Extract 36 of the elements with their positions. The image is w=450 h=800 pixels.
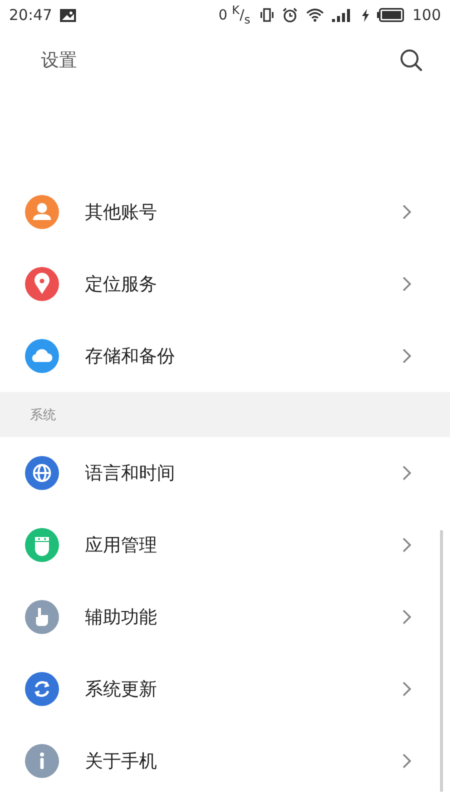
settings-item[interactable]: 语言和时间 [0, 437, 450, 509]
chevron-right-icon [402, 465, 412, 481]
chevron-right-icon [402, 204, 412, 220]
clock-time: 20:47 [9, 6, 52, 24]
settings-item-label: 存储和备份 [85, 345, 176, 368]
settings-item-label: 语言和时间 [85, 462, 176, 485]
chevron-right-icon [402, 276, 412, 292]
chevron-right-icon [402, 609, 412, 625]
vibrate-icon [260, 8, 274, 22]
settings-item[interactable]: 存储和备份 [0, 320, 450, 392]
battery-icon [377, 8, 404, 22]
settings-item-label: 其他账号 [85, 201, 158, 224]
page-title: 设置 [41, 49, 77, 72]
chevron-right-icon [402, 348, 412, 364]
section-title: 系统 [30, 406, 56, 424]
settings-item-label: 关于手机 [85, 750, 158, 773]
chevron-right-icon [402, 753, 412, 769]
settings-item-label: 应用管理 [85, 534, 158, 557]
search-icon[interactable] [399, 48, 423, 72]
settings-item[interactable]: 定位服务 [0, 248, 450, 320]
chevron-right-icon [402, 681, 412, 697]
settings-item[interactable]: 其他账号 [0, 176, 450, 248]
charging-icon [362, 8, 370, 22]
battery-percent: 100 [412, 6, 441, 24]
settings-item[interactable]: 系统更新 [0, 653, 450, 725]
alarm-clock-icon [282, 7, 298, 23]
settings-item-label: 定位服务 [85, 273, 158, 296]
network-speed: 0 $^{K}$/$_{s}$ [218, 3, 250, 27]
settings-item[interactable]: 应用管理 [0, 509, 450, 581]
wifi-icon [306, 8, 324, 22]
picture-notification-icon [60, 8, 76, 22]
settings-item[interactable]: 辅助功能 [0, 581, 450, 653]
settings-item-label: 辅助功能 [85, 606, 158, 629]
settings-item[interactable]: 关于手机 [0, 725, 450, 797]
settings-item-label: 系统更新 [85, 678, 158, 701]
chevron-right-icon [402, 537, 412, 553]
